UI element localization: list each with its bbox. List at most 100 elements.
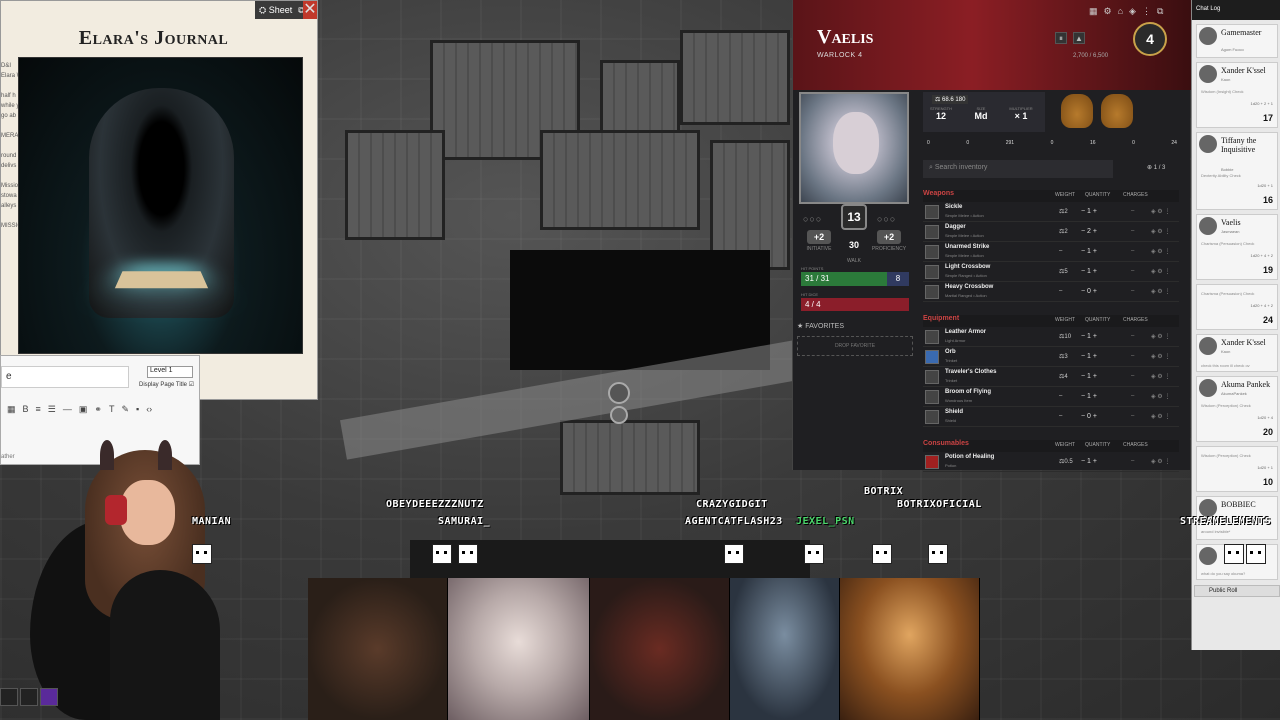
journal-window[interactable]: ⛭ Sheet ⧉ ✕ Elara's Journal D&I Elara W … bbox=[0, 0, 318, 400]
inventory-pager[interactable]: ⊕ 1 / 3 bbox=[1147, 164, 1165, 171]
inventory-item[interactable]: Traveler's Clothes Trinket ⚖4 − 1 + – ◈ ⚙ ⋮ bbox=[923, 367, 1179, 387]
inventory-item[interactable]: Heavy Crossbow Martial Ranged • Action – − … bbox=[923, 282, 1179, 302]
item-charges: – bbox=[1131, 248, 1135, 254]
hit-points-bar[interactable]: 31 / 31 8 bbox=[801, 272, 909, 286]
rest-icon[interactable]: ⏸ bbox=[1055, 32, 1067, 44]
lock-icon[interactable]: ⌂ bbox=[1118, 6, 1123, 17]
code-icon[interactable]: ‹› bbox=[146, 404, 152, 415]
item-quantity[interactable]: − 1 + bbox=[1081, 458, 1097, 465]
player-token[interactable] bbox=[610, 406, 628, 424]
hit-dice-bar[interactable]: 4 / 4 bbox=[801, 298, 909, 311]
item-quantity[interactable]: − 2 + bbox=[1081, 228, 1097, 235]
item-actions[interactable]: ◈ ⚙ ⋮ bbox=[1151, 288, 1170, 295]
ordered-list-icon[interactable]: ☰ bbox=[48, 404, 56, 415]
item-quantity[interactable]: − 0 + bbox=[1081, 413, 1097, 420]
item-actions[interactable]: ◈ ⚙ ⋮ bbox=[1151, 208, 1170, 215]
sheet-button[interactable]: ⛭ Sheet bbox=[259, 5, 292, 16]
viewer-name: AGENTCATFLASH23 bbox=[685, 516, 783, 527]
roll-formula[interactable]: 1d20 + 2 + 1 bbox=[1251, 101, 1273, 106]
item-actions[interactable]: ◈ ⚙ ⋮ bbox=[1151, 458, 1170, 465]
secret-icon[interactable]: ✎ bbox=[121, 404, 129, 415]
page-title-input[interactable]: e bbox=[1, 366, 129, 388]
backpack-icon[interactable] bbox=[1061, 94, 1093, 128]
list-icon[interactable]: ≡ bbox=[36, 404, 41, 415]
coin-value[interactable]: 0 bbox=[1132, 140, 1135, 146]
level-select[interactable]: Level 1 bbox=[147, 366, 193, 378]
character-sheet[interactable]: ▦ ⚙ ⌂ ◈ ⋮ ⧉ ✕ Vaelis WARLOCK 4 ⏸ ▲ 4 2,7… bbox=[792, 0, 1204, 472]
popout-icon[interactable]: ⧉ bbox=[1157, 6, 1163, 17]
viewer-avatar-icon bbox=[928, 544, 948, 564]
initiative-value[interactable]: +2 bbox=[807, 230, 831, 244]
inventory-item[interactable]: Dagger Simple Melee • Action ⚖2 − 2 + – ◈ ⚙ ⋮ bbox=[923, 222, 1179, 242]
table-icon[interactable]: ▦ bbox=[7, 404, 16, 415]
inventory-search[interactable]: ⌕ Search inventory bbox=[923, 160, 1113, 178]
roll-formula[interactable]: 1d20 + 1 bbox=[1257, 183, 1273, 188]
close-icon[interactable]: ✕ bbox=[303, 1, 317, 19]
item-actions[interactable]: ◈ ⚙ ⋮ bbox=[1151, 248, 1170, 255]
item-quantity[interactable]: − 1 + bbox=[1081, 208, 1097, 215]
bold-icon[interactable]: B bbox=[23, 404, 29, 415]
level-up-icon[interactable]: ▲ bbox=[1073, 32, 1085, 44]
item-actions[interactable]: ◈ ⚙ ⋮ bbox=[1151, 373, 1170, 380]
roll-mode-select[interactable]: Public Roll bbox=[1194, 585, 1280, 597]
avatar bbox=[1199, 217, 1217, 235]
inventory-item[interactable]: Light Crossbow Simple Ranged • Action ⚖5 − … bbox=[923, 262, 1179, 282]
hit-dice-label: HIT DICE bbox=[801, 292, 819, 297]
item-quantity[interactable]: − 1 + bbox=[1081, 333, 1097, 340]
coin-value[interactable]: 291 bbox=[1006, 140, 1014, 146]
temp-hp[interactable]: 8 bbox=[887, 272, 909, 286]
edit-icon[interactable]: ▦ bbox=[1089, 6, 1098, 17]
inventory-item[interactable]: Shield Shield – − 0 + – ◈ ⚙ ⋮ bbox=[923, 407, 1179, 427]
roll-check: Wisdom (Perception) Check bbox=[1201, 453, 1251, 458]
roll-formula[interactable]: 1d20 + 1 bbox=[1257, 465, 1273, 470]
coin-value[interactable]: 0 bbox=[1051, 140, 1054, 146]
inventory-item[interactable]: Leather Armor Light Armor ⚖10 − 1 + – ◈ ⚙ ⋮ bbox=[923, 327, 1179, 347]
item-charges: – bbox=[1131, 228, 1135, 234]
coin-value[interactable]: 0 bbox=[927, 140, 930, 146]
inventory-item[interactable]: Broom of Flying Wondrous Item – − 1 + – ◈ ⚙ ⋮ bbox=[923, 387, 1179, 407]
hotbar-slot[interactable] bbox=[0, 688, 18, 706]
item-actions[interactable]: ◈ ⚙ ⋮ bbox=[1151, 333, 1170, 340]
image-icon[interactable]: ▣ bbox=[79, 404, 88, 415]
item-name: Heavy Crossbow bbox=[945, 284, 994, 290]
item-quantity[interactable]: − 1 + bbox=[1081, 393, 1097, 400]
item-actions[interactable]: ◈ ⚙ ⋮ bbox=[1151, 268, 1170, 275]
item-actions[interactable]: ◈ ⚙ ⋮ bbox=[1151, 393, 1170, 400]
item-actions[interactable]: ◈ ⚙ ⋮ bbox=[1151, 413, 1170, 420]
item-quantity[interactable]: − 0 + bbox=[1081, 288, 1097, 295]
shield-icon[interactable]: ◈ bbox=[1129, 6, 1136, 17]
section-title: Equipment bbox=[923, 315, 960, 322]
pouch-icon[interactable] bbox=[1101, 94, 1133, 128]
hr-icon[interactable]: — bbox=[63, 404, 72, 415]
death-save-dots[interactable]: ○○○ bbox=[803, 214, 822, 224]
drop-favorite-zone[interactable]: DROP FAVORITE bbox=[797, 336, 913, 356]
hotbar-slot[interactable] bbox=[40, 688, 58, 706]
display-page-title-checkbox[interactable]: Display Page Title ☑ bbox=[139, 381, 194, 388]
roll-formula[interactable]: 1d20 + 4 + 2 bbox=[1251, 303, 1273, 308]
character-portrait[interactable] bbox=[799, 92, 909, 204]
roll-formula[interactable]: 1d20 + 4 bbox=[1257, 415, 1273, 420]
coin-value[interactable]: 0 bbox=[966, 140, 969, 146]
clear-format-icon[interactable]: T bbox=[109, 404, 115, 415]
roll-formula[interactable]: 1d20 + 4 + 2 bbox=[1251, 253, 1273, 258]
menu-icon[interactable]: ⋮ bbox=[1142, 6, 1151, 17]
link-icon[interactable]: ⚭ bbox=[94, 404, 102, 415]
save-icon[interactable]: ▪ bbox=[136, 404, 139, 415]
settings-icon[interactable]: ⚙ bbox=[1104, 6, 1112, 17]
item-actions[interactable]: ◈ ⚙ ⋮ bbox=[1151, 353, 1170, 360]
coin-value[interactable]: 16 bbox=[1090, 140, 1096, 146]
hotbar-slot[interactable] bbox=[20, 688, 38, 706]
death-save-dots[interactable]: ○○○ bbox=[877, 214, 896, 224]
item-quantity[interactable]: − 1 + bbox=[1081, 373, 1097, 380]
item-quantity[interactable]: − 1 + bbox=[1081, 353, 1097, 360]
inventory-item[interactable]: Potion of Healing Potion ⚖0.5 − 1 + – ◈ ⚙ ⋮ bbox=[923, 452, 1179, 472]
item-actions[interactable]: ◈ ⚙ ⋮ bbox=[1151, 228, 1170, 235]
inventory-item[interactable]: Unarmed Strike Simple Melee • Action – − 1 … bbox=[923, 242, 1179, 262]
player-token[interactable] bbox=[608, 382, 630, 404]
item-quantity[interactable]: − 1 + bbox=[1081, 248, 1097, 255]
item-charges: – bbox=[1131, 353, 1135, 359]
item-quantity[interactable]: − 1 + bbox=[1081, 268, 1097, 275]
inventory-item[interactable]: Orb Trinket ⚖3 − 1 + – ◈ ⚙ ⋮ bbox=[923, 347, 1179, 367]
inventory-item[interactable]: Sickle Simple Melee • Action ⚖2 − 1 + – ◈ ⚙ ⋮ bbox=[923, 202, 1179, 222]
coin-value[interactable]: 24 bbox=[1171, 140, 1177, 146]
